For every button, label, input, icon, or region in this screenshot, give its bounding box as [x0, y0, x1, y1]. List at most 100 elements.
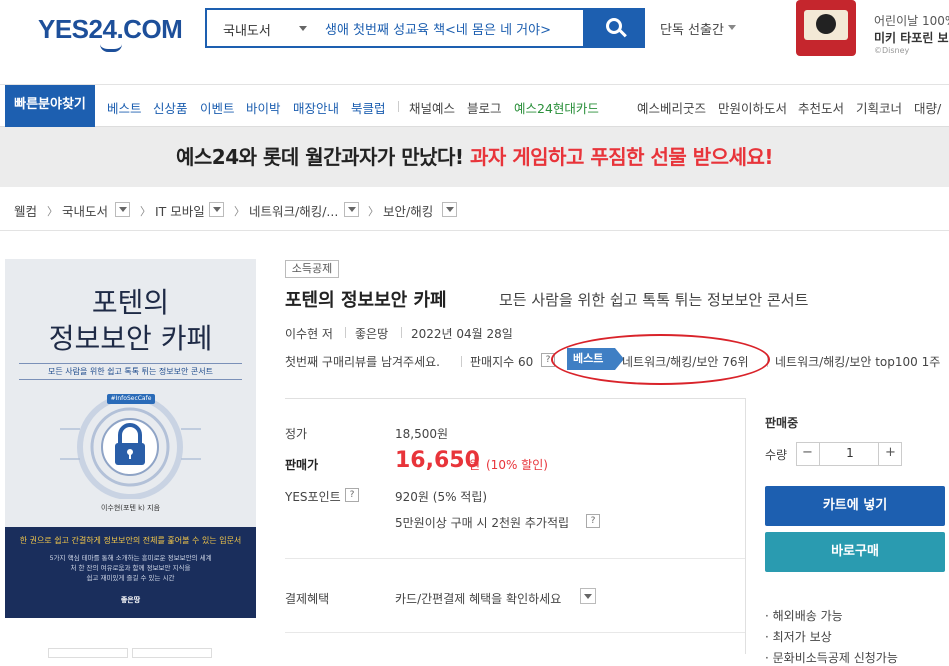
- search-input[interactable]: 생애 첫번째 성교육 책<네 몸은 네 거야>: [325, 19, 551, 38]
- promo-image[interactable]: [790, 0, 865, 58]
- quantity-increase-button[interactable]: +: [878, 442, 902, 466]
- breadcrumb-domestic[interactable]: 국내도서: [62, 201, 108, 220]
- points-label: YES포인트: [285, 490, 341, 504]
- meta-separator: [461, 356, 462, 367]
- nav-item-goods[interactable]: 예스베리굿즈: [637, 98, 706, 117]
- list-price-value: 18,500원: [395, 427, 449, 441]
- author-link[interactable]: 이수현 저: [285, 325, 333, 342]
- breadcrumb-dropdown[interactable]: [209, 202, 224, 217]
- nav-item-store[interactable]: 매장안내: [293, 98, 339, 117]
- cover-desc-line: 5가지 핵심 테마를 통해 소개하는 흥미로운 정보보안의 세계: [49, 554, 212, 562]
- payment-benefit-label: 결제혜택: [285, 592, 330, 606]
- quantity-input[interactable]: 1: [822, 446, 878, 460]
- book-cover[interactable]: 포텐의 정보보안 카페 모든 사람을 위한 쉽고 톡톡 튀는 정보보안 콘서트 …: [5, 259, 256, 618]
- points-extra: 5만원이상 구매 시 2천원 추가적립: [395, 516, 570, 530]
- cover-bottom-panel: 한 권으로 쉽고 간결하게 정보보안의 전체를 훑어볼 수 있는 입문서 5가지…: [5, 527, 256, 618]
- nav-item-under-10000[interactable]: 만원이하도서: [718, 98, 787, 117]
- breadcrumb-home[interactable]: 웰컴: [14, 201, 37, 220]
- cover-subtitle: 모든 사람을 위한 쉽고 톡톡 튀는 정보보안 콘서트: [19, 363, 242, 380]
- chevron-right-icon: 〉: [47, 205, 58, 218]
- search-button[interactable]: [585, 8, 645, 48]
- meta-separator: [401, 327, 402, 338]
- sale-price-unit: 원: [469, 458, 481, 472]
- sale-price-value: 16,650: [395, 448, 480, 473]
- nav-item-new[interactable]: 신상품: [153, 98, 188, 117]
- payment-benefit-value[interactable]: 카드/간편결제 혜택을 확인하세요: [395, 590, 561, 607]
- chevron-right-icon: 〉: [368, 205, 379, 218]
- discount-rate: (10% 할인): [486, 458, 548, 472]
- cover-lock-illustration: [60, 394, 201, 499]
- promo-text-line2[interactable]: 미키 타포린 보냉: [874, 29, 949, 46]
- benefit-lowest-price: · 최저가 보상: [765, 630, 832, 644]
- banner-highlight: 과자 게임하고 푸짐한 선물 받으세요!: [470, 145, 773, 169]
- sale-status: 판매중: [765, 416, 799, 430]
- promo-copyright: ©Disney: [874, 46, 910, 55]
- nav-item-bookclub[interactable]: 북클럽: [351, 98, 386, 117]
- buy-now-button[interactable]: 바로구매: [765, 532, 945, 572]
- cover-title-line1: 포텐의: [91, 286, 170, 319]
- payment-benefit-dropdown[interactable]: [580, 588, 596, 604]
- exclusive-menu[interactable]: 단독 선출간: [660, 19, 724, 38]
- breadcrumb-dropdown[interactable]: [115, 202, 130, 217]
- nav-item-event[interactable]: 이벤트: [200, 98, 235, 117]
- event-banner[interactable]: 예스24와 롯데 월간과자가 만났다! 과자 게임하고 푸짐한 선물 받으세요!: [0, 127, 949, 187]
- chevron-right-icon: 〉: [140, 205, 151, 218]
- product-title: 포텐의 정보보안 카페: [285, 290, 447, 311]
- nav-item-bibak[interactable]: 바이박: [246, 98, 281, 117]
- cover-publisher: 좋은땅: [120, 596, 141, 604]
- divider: [285, 632, 745, 633]
- breadcrumb-dropdown[interactable]: [442, 202, 457, 217]
- logo[interactable]: YES24.COM: [38, 14, 183, 52]
- publisher-link[interactable]: 좋은땅: [355, 325, 388, 342]
- divider: [285, 398, 745, 399]
- chevron-down-icon: [299, 26, 307, 31]
- benefit-culture-deduction: · 문화비소득공제 신청가능: [765, 651, 898, 665]
- chevron-down-icon: [728, 25, 736, 30]
- nav-item-best[interactable]: 베스트: [107, 98, 142, 117]
- nav-item-recommended[interactable]: 추천도서: [798, 98, 844, 117]
- nav-separator: [398, 101, 399, 112]
- quick-find-button[interactable]: 빠른분야찾기: [5, 85, 95, 127]
- list-price-label: 정가: [285, 427, 308, 441]
- nav-item-channelyes[interactable]: 채널예스: [409, 98, 455, 117]
- sale-price-label: 판매가: [285, 458, 319, 472]
- breadcrumb-dropdown[interactable]: [344, 202, 359, 217]
- global-nav: 빠른분야찾기 베스트 신상품 이벤트 바이박 매장안내 북클럽 채널예스 블로그…: [0, 85, 949, 127]
- nav-item-blog[interactable]: 블로그: [467, 98, 502, 117]
- top100-rank-link[interactable]: 네트워크/해킹/보안 top100 1주: [775, 353, 940, 370]
- quantity-decrease-button[interactable]: −: [796, 442, 820, 466]
- add-to-cart-button[interactable]: 카트에 넣기: [765, 486, 945, 526]
- cover-desc-line: 처 한 잔의 여유로움과 함께 정보보안 지식을: [70, 564, 191, 572]
- sales-index: 판매지수 60: [470, 355, 534, 369]
- review-prompt-link[interactable]: 첫번째 구매리뷰를 남겨주세요.: [285, 353, 440, 370]
- chevron-right-icon: 〉: [234, 205, 245, 218]
- cover-tag: #InfoSecCafe: [107, 394, 155, 404]
- annotation-highlight-oval: [551, 334, 770, 385]
- cover-headline: 한 권으로 쉽고 간결하게 정보보안의 전체를 훑어볼 수 있는 입문서: [19, 536, 242, 545]
- cover-title-line2: 정보보안 카페: [48, 322, 213, 355]
- cover-author: 이수현(포텐 k) 지음: [100, 504, 161, 512]
- search-category-select[interactable]: 국내도서: [223, 20, 271, 39]
- points-help-icon[interactable]: ?: [345, 488, 359, 502]
- nav-item-hyundai-card[interactable]: 예스24현대카드: [514, 98, 599, 117]
- quantity-label: 수량: [765, 448, 788, 462]
- cover-thumbnail[interactable]: [48, 648, 128, 658]
- cover-desc-line: 쉽고 재미있게 즐길 수 있는 시간: [86, 574, 175, 582]
- nav-item-planning[interactable]: 기획코너: [856, 98, 902, 117]
- benefit-overseas-shipping: · 해외배송 가능: [765, 609, 843, 623]
- points-value: 920원 (5% 적립): [395, 490, 488, 504]
- product-subtitle: 모든 사람을 위한 쉽고 톡톡 튀는 정보보안 콘서트: [499, 291, 809, 309]
- breadcrumb-security[interactable]: 보안/해킹: [383, 201, 433, 220]
- cover-description: 5가지 핵심 테마를 통해 소개하는 흥미로운 정보보안의 세계 처 한 잔의 …: [5, 553, 256, 583]
- promo-text-line1[interactable]: 어린이날 100%: [874, 12, 949, 29]
- tax-deduction-badge: 소득공제: [285, 260, 339, 278]
- breadcrumb-network[interactable]: 네트워크/해킹/...: [249, 201, 338, 220]
- divider: [285, 558, 745, 559]
- search-box[interactable]: 국내도서 생애 첫번째 성교육 책<네 몸은 네 거야>: [205, 8, 585, 48]
- breadcrumb: 웰컴 〉 국내도서 〉 IT 모바일 〉 네트워크/해킹/... 〉 보안/해킹: [0, 187, 949, 231]
- cover-thumbnail[interactable]: [132, 648, 212, 658]
- points-extra-help-icon[interactable]: ?: [586, 514, 600, 528]
- nav-item-bulk[interactable]: 대량/: [914, 98, 941, 117]
- breadcrumb-it[interactable]: IT 모바일: [155, 201, 205, 220]
- meta-separator: [345, 327, 346, 338]
